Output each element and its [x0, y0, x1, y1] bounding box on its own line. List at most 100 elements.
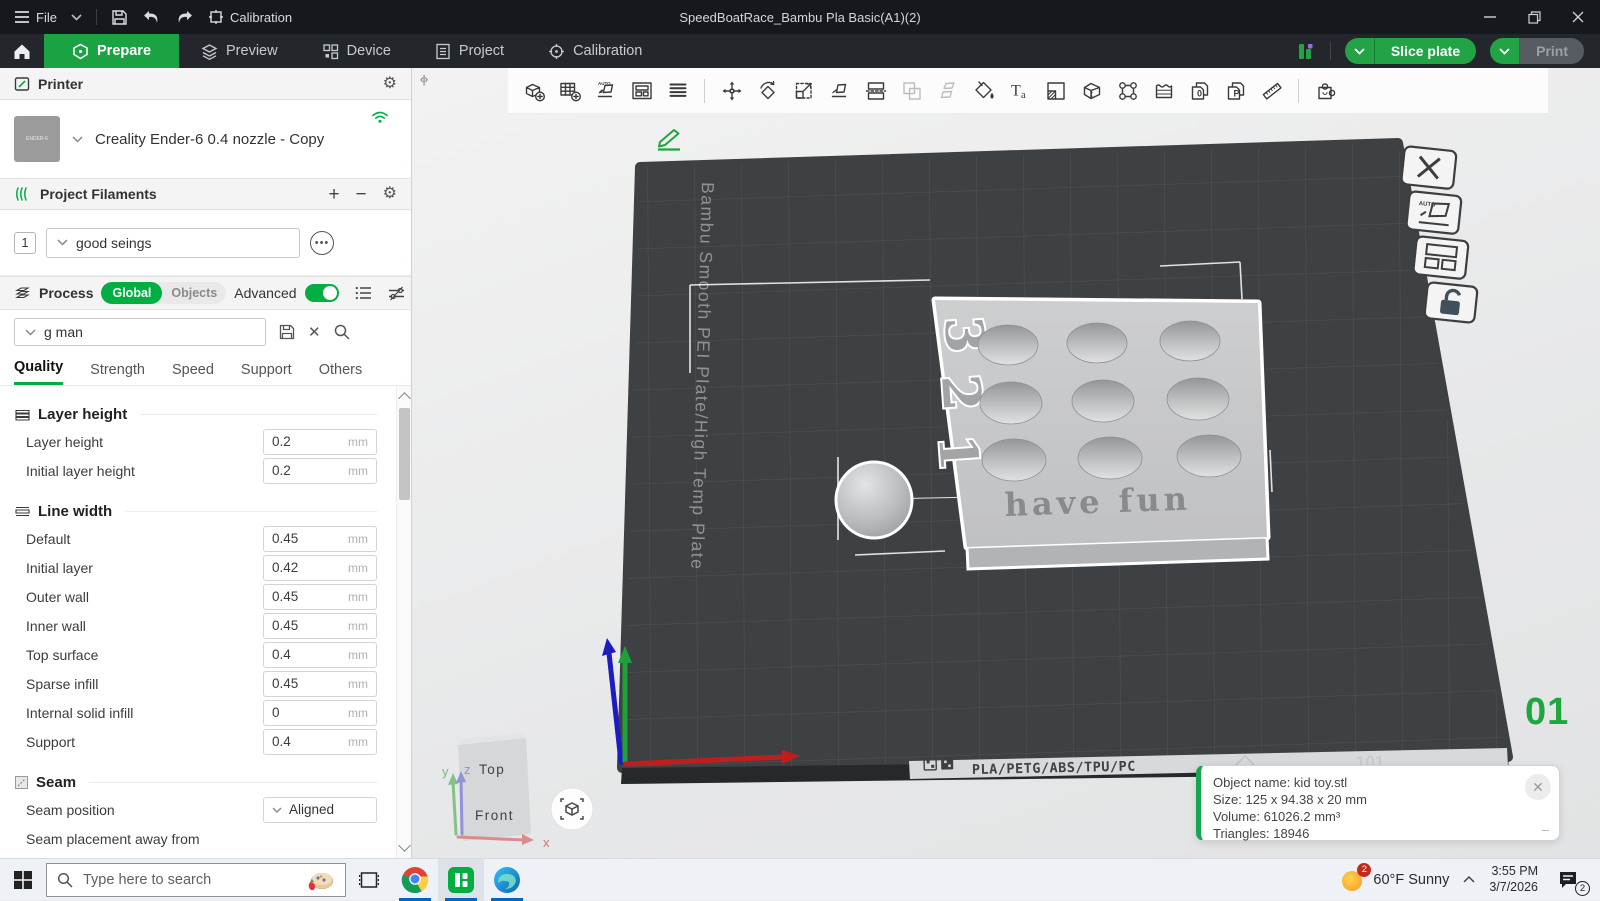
minimize-button[interactable] [1468, 0, 1512, 34]
slice-plate-button[interactable]: Slice plate [1345, 38, 1476, 64]
save-icon[interactable] [111, 9, 128, 26]
sidebar-collapse-handle[interactable]: ‹|› [420, 74, 427, 86]
task-view-button[interactable] [346, 859, 392, 901]
tab-calibration[interactable]: Calibration [526, 34, 664, 68]
restore-button[interactable] [1512, 0, 1556, 34]
lw-default-input[interactable]: 0.45mm [263, 526, 377, 552]
clone-icon[interactable] [898, 77, 925, 104]
print-button[interactable]: Print [1490, 38, 1584, 64]
lay-on-face-icon[interactable] [826, 77, 853, 104]
nav-cube-top-label[interactable]: Top [479, 762, 505, 777]
move-icon[interactable] [718, 77, 745, 104]
tab-preview[interactable]: Preview [179, 34, 300, 68]
advanced-toggle[interactable] [305, 284, 339, 302]
seam-position-select[interactable]: Aligned [263, 797, 377, 823]
add-filament-icon[interactable]: + [328, 185, 339, 204]
measure-icon[interactable] [1258, 77, 1285, 104]
gcode-p-icon[interactable]: P [1222, 77, 1249, 104]
lw-outer-wall-input[interactable]: 0.45mm [263, 584, 377, 610]
lock-plate-button[interactable] [1424, 282, 1477, 323]
viewport-3d[interactable]: ‹|› AUTO Ta 0 P [412, 68, 1600, 858]
tab-prepare[interactable]: Prepare [44, 34, 179, 68]
split-to-objects-icon[interactable] [862, 77, 889, 104]
tab-quality[interactable]: Quality [14, 359, 63, 385]
tab-support[interactable]: Support [241, 362, 292, 385]
undo-icon[interactable] [142, 10, 161, 25]
lw-support-input[interactable]: 0.4mm [263, 729, 377, 755]
filament-select[interactable]: good seings [46, 228, 300, 258]
search-highlight-icon[interactable] [305, 868, 335, 892]
close-button[interactable] [1556, 0, 1600, 34]
taskbar-weather[interactable]: 2 60°F Sunny [1339, 867, 1449, 893]
remove-filament-icon[interactable]: − [356, 185, 367, 204]
support-painting-icon[interactable] [1114, 77, 1141, 104]
tab-speed[interactable]: Speed [172, 362, 214, 385]
taskbar-search-box[interactable]: Type here to search [46, 863, 346, 897]
scale-icon[interactable] [790, 77, 817, 104]
save-preset-icon[interactable] [278, 323, 296, 341]
notification-center-button[interactable]: 2 [1552, 866, 1586, 894]
scrollbar-thumb[interactable] [399, 408, 410, 500]
process-scope-toggle[interactable]: Global Objects [101, 282, 226, 304]
tab-strength[interactable]: Strength [90, 362, 145, 385]
split-to-parts-icon[interactable] [934, 77, 961, 104]
lw-top-surface-input[interactable]: 0.4mm [263, 642, 377, 668]
file-menu-chevron-icon[interactable] [71, 14, 82, 21]
titlebar-calibration[interactable]: Calibration [208, 9, 292, 25]
info-panel-close-icon[interactable]: ✕ [1525, 774, 1551, 800]
add-plate-icon[interactable] [556, 77, 583, 104]
slice-dropdown-chevron[interactable] [1345, 38, 1375, 64]
scope-objects[interactable]: Objects [162, 286, 226, 300]
lw-inner-wall-input[interactable]: 0.45mm [263, 613, 377, 639]
delete-all-button[interactable] [1401, 146, 1457, 189]
tab-others[interactable]: Others [319, 362, 363, 385]
printer-select-chevron-icon[interactable] [72, 136, 83, 143]
mesh-boolean-icon[interactable] [1078, 77, 1105, 104]
lw-internal-solid-input[interactable]: 0mm [263, 700, 377, 726]
taskbar-chrome[interactable] [392, 859, 438, 901]
taskbar-edge[interactable] [484, 859, 530, 901]
fuzzy-skin-icon[interactable] [1150, 77, 1177, 104]
variable-layer-height-icon[interactable] [1042, 77, 1069, 104]
lw-sparse-infill-input[interactable]: 0.45mm [263, 671, 377, 697]
auto-orient-icon[interactable]: AUTO [592, 77, 619, 104]
gcode-0-icon[interactable]: 0 [1186, 77, 1213, 104]
add-object-icon[interactable] [520, 77, 547, 104]
taskbar-clock[interactable]: 3:55 PM 3/7/2026 [1489, 864, 1538, 895]
assembly-icon[interactable] [1312, 77, 1339, 104]
model-kid-toy[interactable]: 3 2 1 have fun [926, 300, 1268, 569]
tab-project[interactable]: Project [413, 34, 526, 68]
print-dropdown-chevron[interactable] [1490, 38, 1520, 64]
auto-orient-plate-button[interactable]: AUTO [1406, 191, 1462, 234]
nav-cube[interactable]: Top Front y z x [442, 733, 550, 850]
rotate-icon[interactable] [754, 77, 781, 104]
home-button[interactable] [0, 34, 44, 68]
param-tune-icon[interactable] [388, 286, 405, 301]
param-list-icon[interactable] [355, 286, 372, 300]
nav-cube-front-label[interactable]: Front [475, 808, 514, 823]
reset-view-button[interactable] [551, 788, 593, 830]
start-button[interactable] [0, 859, 46, 901]
wifi-icon[interactable] [371, 110, 389, 124]
search-icon[interactable] [333, 323, 351, 341]
arrange-plate-button[interactable] [1413, 236, 1469, 279]
filament-settings-gear-icon[interactable]: ⚙ [383, 186, 397, 202]
color-painting-icon[interactable] [970, 77, 997, 104]
printer-card[interactable]: ENDER-6 Creality Ender-6 0.4 nozzle - Co… [0, 100, 411, 178]
printer-settings-gear-icon[interactable]: ⚙ [383, 76, 397, 92]
tab-device[interactable]: Device [300, 34, 413, 68]
initial-layer-height-input[interactable]: 0.2mm [263, 458, 377, 484]
info-panel-collapse-icon[interactable]: – [1542, 821, 1549, 838]
printer-name[interactable]: Creality Ender-6 0.4 nozzle - Copy [95, 131, 324, 148]
plate-layout-icon[interactable] [1297, 42, 1316, 61]
scope-global[interactable]: Global [101, 282, 162, 304]
filament-more-icon[interactable]: ••• [310, 231, 334, 255]
preset-select[interactable]: g man [14, 318, 266, 346]
scroll-down-icon[interactable] [398, 839, 411, 852]
auto-arrange-icon[interactable] [664, 77, 691, 104]
arrange-icon[interactable] [628, 77, 655, 104]
lw-initial-layer-input[interactable]: 0.42mm [263, 555, 377, 581]
layer-height-input[interactable]: 0.2mm [263, 429, 377, 455]
scroll-up-icon[interactable] [398, 392, 411, 405]
settings-scrollbar[interactable] [396, 386, 411, 858]
